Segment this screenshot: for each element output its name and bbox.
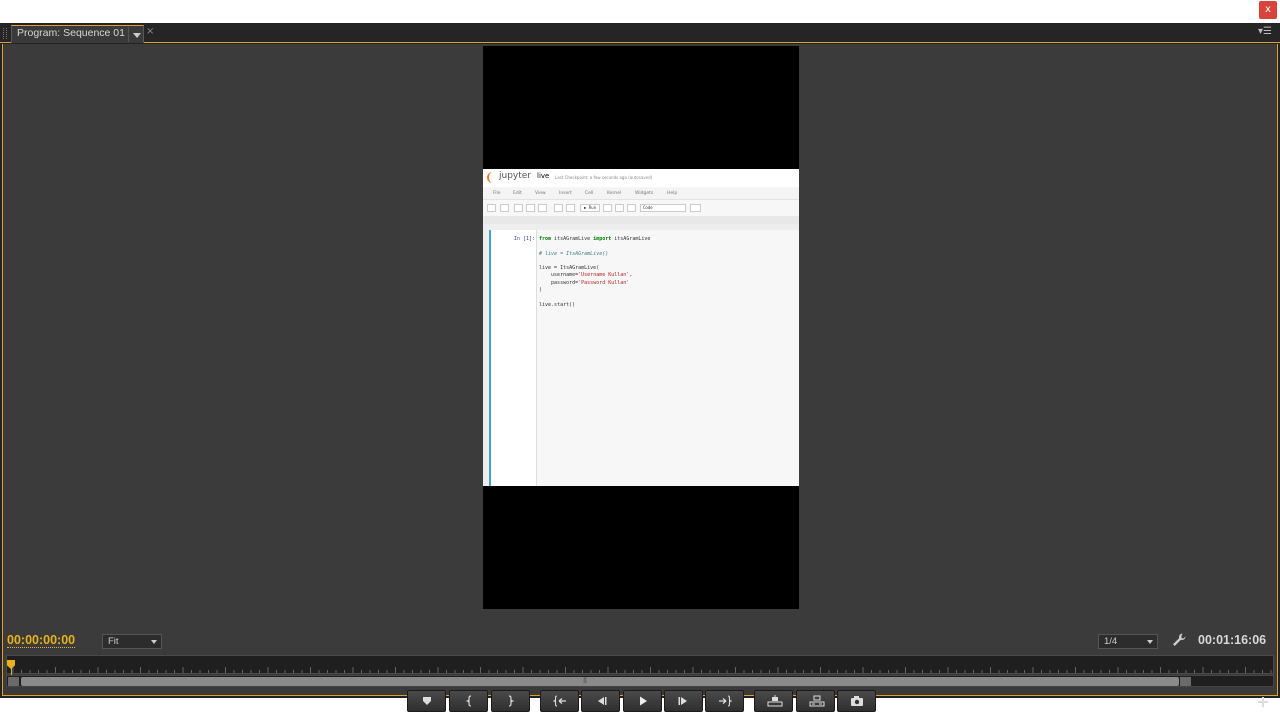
run-button: ▶ Run	[580, 204, 600, 212]
extract-button[interactable]	[796, 690, 835, 712]
code-line: username='Username Kullan',	[539, 272, 633, 279]
go-to-out-icon	[719, 695, 732, 707]
scrollbar-right-handle[interactable]	[1180, 677, 1191, 686]
checkpoint-status: Last Checkpoint: a few seconds ago (auto…	[555, 175, 653, 180]
add-cell-icon	[500, 204, 509, 212]
keyboard-icon	[690, 204, 701, 212]
code-line: # live = ItsAGramLive()	[539, 250, 609, 257]
tab-close-icon[interactable]: ×	[146, 26, 154, 37]
step-back-button[interactable]	[581, 690, 620, 712]
monitor-viewer: jupyter live Last Checkpoint: a few seco…	[2, 44, 1278, 712]
paste-icon	[538, 204, 547, 212]
marker-icon	[423, 697, 431, 705]
step-forward-button[interactable]	[664, 690, 703, 712]
add-button-icon[interactable]	[1256, 695, 1270, 709]
program-monitor-panel: Program: Sequence 01 × ▾☰ jupyter live L…	[0, 23, 1280, 712]
cell-prompt: In [1]:	[513, 236, 535, 242]
go-to-out-button[interactable]	[705, 690, 744, 712]
step-back-icon	[598, 697, 607, 705]
mark-in-icon	[465, 695, 472, 707]
code-line: live = ItsAGramLive(	[539, 265, 600, 272]
close-window-button[interactable]: x	[1259, 1, 1277, 19]
fast-forward-icon	[627, 204, 636, 212]
stop-icon	[603, 204, 612, 212]
tab-label: Program: Sequence 01	[17, 27, 125, 39]
zoom-scrollbar[interactable]: |||	[6, 675, 1274, 687]
mark-out-icon	[508, 695, 515, 707]
jupyter-menu-item: Edit	[513, 191, 522, 196]
extract-icon	[809, 695, 825, 707]
save-icon	[487, 204, 496, 212]
wrench-icon[interactable]	[1171, 632, 1187, 648]
jupyter-menubar: File Edit View Insert Cell Kernel Widget…	[483, 188, 799, 200]
jupyter-menu-item: Cell	[585, 191, 594, 196]
jupyter-toolbar: ▶ Run Code	[483, 202, 799, 215]
cell-type-select: Code	[640, 204, 686, 212]
scrollbar-thumb[interactable]	[21, 677, 1179, 686]
panel-menu-icon[interactable]: ▾☰	[1258, 26, 1272, 37]
tab-program-sequence[interactable]: Program: Sequence 01	[11, 25, 144, 43]
scrollbar-left-handle[interactable]	[8, 677, 19, 686]
jupyter-menu-item: View	[535, 191, 546, 196]
code-line: password='Password Kullan'	[539, 279, 630, 286]
jupyter-menu-item: File	[493, 191, 501, 196]
jupyter-menu-item: Help	[667, 191, 678, 196]
cut-icon	[514, 204, 523, 212]
video-frame: jupyter live Last Checkpoint: a few seco…	[483, 46, 799, 609]
camera-icon	[851, 696, 863, 706]
play-icon	[640, 696, 647, 706]
add-marker-button[interactable]	[407, 690, 446, 712]
panel-grip-handle[interactable]	[3, 28, 7, 39]
ruler-ticks	[12, 667, 1272, 673]
panel-tab-strip: Program: Sequence 01 × ▾☰	[0, 23, 1280, 43]
jupyter-brand: jupyter	[499, 171, 532, 181]
lift-icon	[767, 695, 783, 707]
code-line: live.start()	[539, 301, 576, 308]
sequence-dropdown-chevron-icon[interactable]	[128, 27, 144, 42]
notebook-name: live	[537, 172, 550, 180]
play-button[interactable]	[623, 690, 662, 712]
jupyter-logo-icon	[487, 172, 495, 183]
jupyter-header: jupyter live Last Checkpoint: a few seco…	[483, 169, 799, 187]
go-to-in-button[interactable]	[540, 690, 579, 712]
cell-code: from itsAGramLive import itsAGramLive # …	[536, 230, 799, 486]
move-down-icon	[566, 204, 575, 212]
step-forward-icon	[678, 697, 687, 705]
mark-in-button[interactable]	[449, 690, 488, 712]
export-frame-button[interactable]	[837, 690, 876, 712]
jupyter-notebook-screenshot: jupyter live Last Checkpoint: a few seco…	[483, 169, 799, 486]
time-ruler[interactable]	[6, 655, 1274, 676]
scrollbar-grip-icon: |||	[583, 677, 587, 684]
playback-resolution-select[interactable]: 1/4	[1098, 634, 1158, 649]
title-bar: x	[0, 0, 1280, 23]
jupyter-menu-item: Kernel	[607, 191, 622, 196]
current-timecode[interactable]: 00:00:00:00	[7, 633, 76, 648]
go-to-in-icon	[553, 695, 566, 707]
mark-out-button[interactable]	[491, 690, 530, 712]
jupyter-menu-item: Insert	[559, 191, 572, 196]
copy-icon	[526, 204, 535, 212]
duration-timecode: 00:01:16:06	[1198, 633, 1267, 647]
code-line: from itsAGramLive import itsAGramLive	[539, 236, 651, 242]
move-up-icon	[554, 204, 563, 212]
jupyter-separator	[483, 216, 799, 224]
jupyter-menu-item: Widgets	[635, 191, 654, 196]
notebook-body: In [1]: from itsAGramLive import itsAGra…	[483, 224, 799, 486]
code-cell: In [1]: from itsAGramLive import itsAGra…	[489, 230, 799, 486]
restart-icon	[615, 204, 624, 212]
code-line: )	[539, 287, 543, 294]
zoom-level-select[interactable]: Fit	[102, 634, 162, 649]
lift-button[interactable]	[754, 690, 793, 712]
